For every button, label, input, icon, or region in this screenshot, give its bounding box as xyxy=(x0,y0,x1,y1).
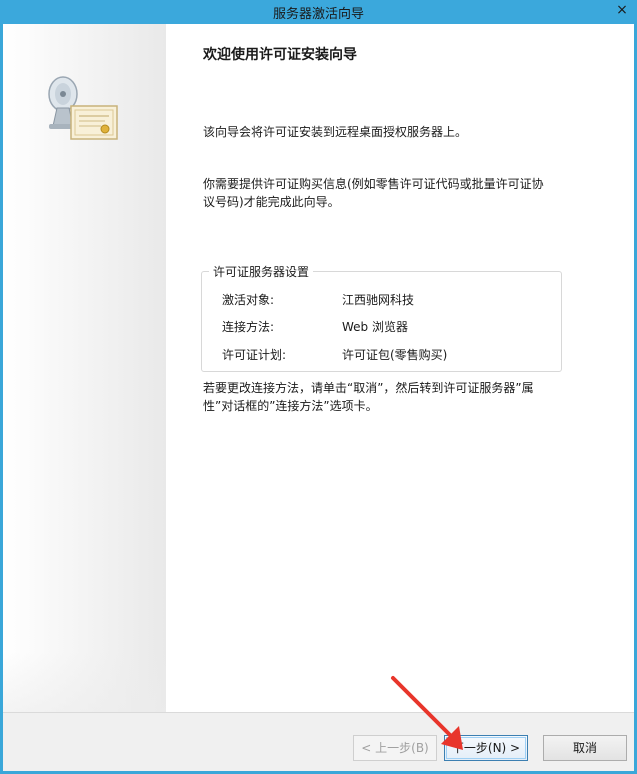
group-title: 许可证服务器设置 xyxy=(209,263,314,280)
license-program-label: 许可证计划: xyxy=(222,348,287,362)
wizard-heading: 欢迎使用许可证安装向导 xyxy=(203,47,357,63)
connection-method-label: 连接方法: xyxy=(222,320,275,334)
intro-text: 该向导会将许可证安装到远程桌面授权服务器上。 xyxy=(203,125,468,139)
window-title: 服务器激活向导 xyxy=(272,7,364,22)
wizard-button-bar: < 上一步(B) 下一步(N) > 取消 xyxy=(3,712,634,771)
wizard-window: 服务器激活向导 × 欢迎使用许可证安装向导 该向导会将许可证安装到远程桌面授权服… xyxy=(0,0,637,774)
connection-method-value: Web 浏览器 xyxy=(342,320,408,334)
wizard-side-panel xyxy=(3,24,166,712)
activation-target-value: 江西驰网科技 xyxy=(342,293,415,307)
wizard-client-area: 欢迎使用许可证安装向导 该向导会将许可证安装到远程桌面授权服务器上。 你需要提供… xyxy=(3,24,634,771)
cancel-button[interactable]: 取消 xyxy=(543,735,627,761)
title-bar[interactable]: 服务器激活向导 × xyxy=(0,0,637,24)
side-panel-fade xyxy=(3,652,166,712)
close-button[interactable]: × xyxy=(607,0,637,20)
red-arrow-annotation-icon xyxy=(391,676,463,750)
change-method-note: 若要更改连接方法，请单击“取消”，然后转到许可证服务器”属性”对话框的”连接方法… xyxy=(203,381,534,413)
close-icon: × xyxy=(616,2,628,18)
requirement-text: 你需要提供许可证购买信息(例如零售许可证代码或批量许可证协议号码)才能完成此向导… xyxy=(203,177,544,209)
license-server-certificate-icon xyxy=(48,76,118,140)
activation-target-label: 激活对象: xyxy=(222,293,275,307)
license-program-value: 许可证包(零售购买) xyxy=(342,348,448,362)
